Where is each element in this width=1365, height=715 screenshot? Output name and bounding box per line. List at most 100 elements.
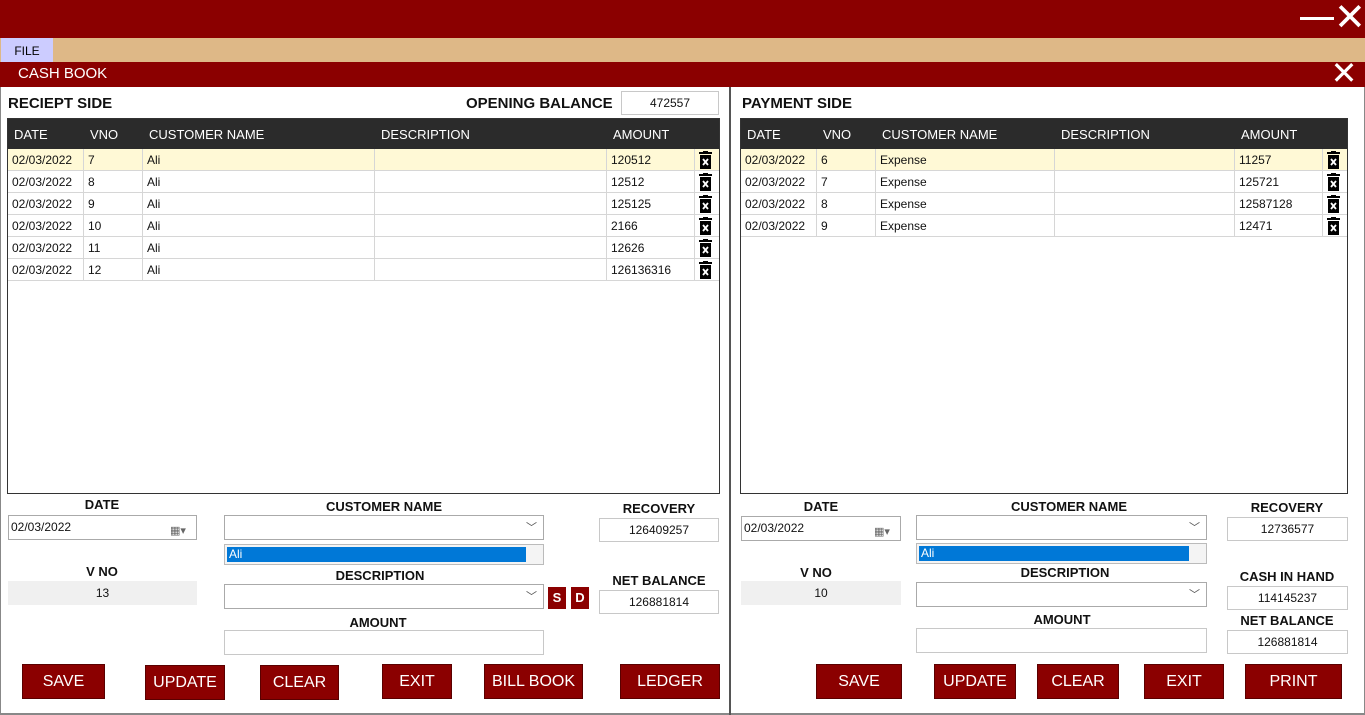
trash-icon[interactable]: [1327, 195, 1340, 213]
table-cell[interactable]: 12587128: [1235, 193, 1323, 215]
payment-col-amount[interactable]: AMOUNT: [1241, 119, 1297, 149]
bill-book-button[interactable]: BILL BOOK: [484, 664, 583, 699]
receipt-customer-list-item[interactable]: Ali: [227, 547, 526, 562]
table-cell[interactable]: Ali: [143, 215, 375, 237]
opening-balance-field[interactable]: 472557: [621, 91, 719, 115]
chevron-down-icon[interactable]: ﹀: [1189, 586, 1200, 602]
payment-customer-combo[interactable]: ﹀: [916, 515, 1207, 540]
table-cell[interactable]: 10: [84, 215, 143, 237]
table-cell[interactable]: [375, 259, 607, 281]
receipt-col-vno[interactable]: VNO: [90, 119, 118, 149]
receipt-exit-button[interactable]: EXIT: [382, 664, 452, 699]
trash-icon[interactable]: [1327, 173, 1340, 191]
receipt-grid[interactable]: DATE VNO CUSTOMER NAME DESCRIPTION AMOUN…: [7, 118, 720, 494]
table-cell[interactable]: 12626: [607, 237, 695, 259]
table-row[interactable]: 02/03/2022 11 Ali 12626: [8, 237, 719, 259]
receipt-vno-field[interactable]: 13: [8, 581, 197, 605]
table-cell[interactable]: 11: [84, 237, 143, 259]
table-row[interactable]: 02/03/2022 9 Ali 125125: [8, 193, 719, 215]
receipt-net-balance-field[interactable]: 126881814: [599, 590, 719, 614]
table-cell[interactable]: 12471: [1235, 215, 1323, 237]
table-row[interactable]: 02/03/2022 8 Expense 12587128: [741, 193, 1347, 215]
payment-amount-field[interactable]: [916, 628, 1207, 653]
table-cell[interactable]: [1055, 149, 1235, 171]
table-cell[interactable]: 02/03/2022: [8, 237, 84, 259]
table-cell[interactable]: 7: [817, 171, 876, 193]
payment-exit-button[interactable]: EXIT: [1144, 664, 1224, 699]
receipt-recovery-field[interactable]: 126409257: [599, 518, 719, 542]
receipt-col-amount[interactable]: AMOUNT: [613, 119, 669, 149]
calendar-icon[interactable]: ▦▾: [874, 521, 894, 538]
table-cell[interactable]: 11257: [1235, 149, 1323, 171]
table-cell[interactable]: 9: [84, 193, 143, 215]
table-row[interactable]: 02/03/2022 12 Ali 126136316: [8, 259, 719, 281]
table-cell[interactable]: 126136316: [607, 259, 695, 281]
table-row[interactable]: 02/03/2022 7 Ali 120512: [8, 149, 719, 171]
table-cell[interactable]: 125721: [1235, 171, 1323, 193]
table-cell[interactable]: [375, 193, 607, 215]
payment-col-date[interactable]: DATE: [747, 119, 781, 149]
table-cell[interactable]: 12512: [607, 171, 695, 193]
table-cell[interactable]: 02/03/2022: [741, 149, 817, 171]
table-cell[interactable]: [1055, 171, 1235, 193]
trash-icon[interactable]: [699, 195, 712, 213]
payment-date-picker[interactable]: 02/03/2022 ▦▾: [741, 516, 901, 541]
table-cell[interactable]: [375, 215, 607, 237]
trash-icon[interactable]: [699, 173, 712, 191]
payment-col-vno[interactable]: VNO: [823, 119, 851, 149]
table-cell[interactable]: 02/03/2022: [8, 171, 84, 193]
table-cell[interactable]: 120512: [607, 149, 695, 171]
payment-grid[interactable]: DATE VNO CUSTOMER NAME DESCRIPTION AMOUN…: [740, 118, 1348, 494]
menu-file[interactable]: FILE: [1, 38, 53, 62]
receipt-update-button[interactable]: UPDATE: [145, 665, 225, 700]
table-cell[interactable]: 02/03/2022: [8, 149, 84, 171]
table-cell[interactable]: Expense: [876, 215, 1055, 237]
table-cell[interactable]: Ali: [143, 259, 375, 281]
payment-vno-field[interactable]: 10: [741, 581, 901, 605]
table-cell[interactable]: 6: [817, 149, 876, 171]
table-row[interactable]: 02/03/2022 7 Expense 125721: [741, 171, 1347, 193]
trash-icon[interactable]: [1327, 151, 1340, 169]
table-cell[interactable]: Expense: [876, 149, 1055, 171]
table-cell[interactable]: 02/03/2022: [741, 193, 817, 215]
table-cell[interactable]: 8: [84, 171, 143, 193]
chevron-down-icon[interactable]: ﹀: [526, 519, 537, 535]
payment-recovery-field[interactable]: 12736577: [1227, 517, 1348, 541]
receipt-col-description[interactable]: DESCRIPTION: [381, 119, 470, 149]
table-row[interactable]: 02/03/2022 9 Expense 12471: [741, 215, 1347, 237]
receipt-save-button[interactable]: SAVE: [22, 664, 105, 699]
chevron-down-icon[interactable]: ﹀: [1189, 519, 1200, 535]
payment-col-description[interactable]: DESCRIPTION: [1061, 119, 1150, 149]
table-cell[interactable]: 8: [817, 193, 876, 215]
payment-col-customer[interactable]: CUSTOMER NAME: [882, 119, 997, 149]
receipt-date-picker[interactable]: 02/03/2022 ▦▾: [8, 515, 197, 540]
payment-save-button[interactable]: SAVE: [816, 664, 902, 699]
table-cell[interactable]: 02/03/2022: [8, 215, 84, 237]
table-cell[interactable]: [1055, 215, 1235, 237]
trash-icon[interactable]: [699, 151, 712, 169]
print-button[interactable]: PRINT: [1245, 664, 1342, 699]
minimize-button[interactable]: [1300, 17, 1334, 20]
table-cell[interactable]: [375, 149, 607, 171]
table-cell[interactable]: [375, 237, 607, 259]
table-cell[interactable]: 9: [817, 215, 876, 237]
receipt-amount-field[interactable]: [224, 630, 544, 655]
trash-icon[interactable]: [699, 217, 712, 235]
table-cell[interactable]: Ali: [143, 193, 375, 215]
table-cell[interactable]: 02/03/2022: [741, 215, 817, 237]
d-button[interactable]: D: [571, 587, 589, 609]
payment-update-button[interactable]: UPDATE: [934, 664, 1016, 699]
table-cell[interactable]: Ali: [143, 149, 375, 171]
trash-icon[interactable]: [699, 239, 712, 257]
table-cell[interactable]: Expense: [876, 193, 1055, 215]
table-row[interactable]: 02/03/2022 6 Expense 11257: [741, 149, 1347, 171]
chevron-down-icon[interactable]: ﹀: [526, 588, 537, 604]
table-cell[interactable]: 12: [84, 259, 143, 281]
table-cell[interactable]: Ali: [143, 171, 375, 193]
table-cell[interactable]: 125125: [607, 193, 695, 215]
s-button[interactable]: S: [548, 587, 566, 609]
receipt-customer-list[interactable]: Ali: [224, 544, 544, 565]
table-row[interactable]: 02/03/2022 8 Ali 12512: [8, 171, 719, 193]
table-cell[interactable]: [1055, 193, 1235, 215]
table-cell[interactable]: 02/03/2022: [8, 193, 84, 215]
